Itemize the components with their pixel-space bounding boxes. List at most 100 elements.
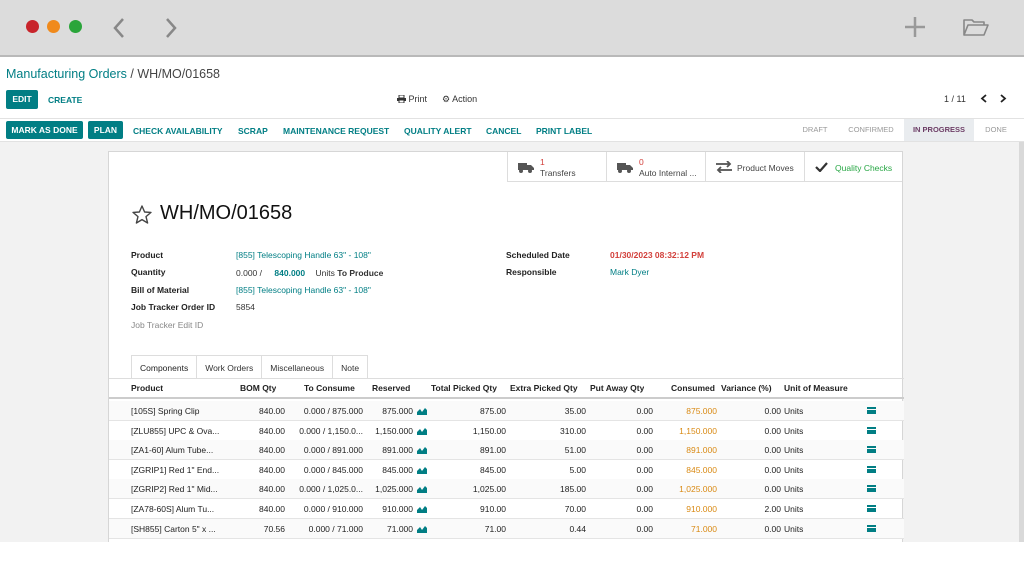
chevron-right-icon[interactable] — [999, 94, 1007, 103]
product-value[interactable]: [855] Telescoping Handle 63" - 108" — [236, 250, 371, 260]
col-product[interactable]: Product — [131, 383, 163, 393]
minimize-window-button[interactable] — [47, 20, 60, 33]
area-chart-icon[interactable] — [417, 446, 427, 455]
area-chart-icon[interactable] — [417, 485, 427, 494]
folder-icon[interactable] — [963, 17, 989, 37]
cancel-button[interactable]: CANCEL — [486, 126, 521, 136]
maximize-window-button[interactable] — [69, 20, 82, 33]
area-chart-icon[interactable] — [417, 466, 427, 474]
create-button[interactable]: CREATE — [48, 95, 82, 105]
col-to-consume[interactable]: To Consume — [304, 383, 355, 393]
stage-in-progress[interactable]: IN PROGRESS — [904, 119, 974, 141]
variance-cell: 2.00 — [764, 504, 781, 514]
responsible-label: Responsible — [506, 267, 557, 277]
new-tab-plus-icon[interactable] — [904, 16, 926, 38]
quality-alert-button[interactable]: QUALITY ALERT — [404, 126, 472, 136]
area-chart-icon[interactable] — [417, 525, 427, 533]
uom-cell: Units — [784, 406, 804, 416]
col-variance[interactable]: Variance (%) — [721, 383, 772, 393]
pager-value[interactable]: 1 / 11 — [944, 94, 966, 104]
consumed-cell: 845.000 — [686, 464, 717, 475]
tab-work-orders[interactable]: Work Orders — [197, 355, 263, 379]
to-consume-cell: 0.000 / 71.000 — [308, 523, 363, 534]
table-row[interactable]: [ZA1-60] Alum Tube... 840.00 0.000 / 891.0… — [109, 440, 904, 461]
bom-qty-cell: 840.00 — [259, 484, 285, 495]
detailed-operations-icon[interactable] — [867, 465, 876, 473]
checkmark-icon — [815, 162, 828, 172]
detailed-operations-icon[interactable] — [867, 524, 876, 532]
detailed-operations-icon[interactable] — [867, 426, 876, 434]
total-picked-cell: 845.00 — [480, 464, 506, 475]
stage-confirmed[interactable]: CONFIRMED — [840, 119, 902, 141]
detailed-operations-icon[interactable] — [867, 505, 876, 512]
table-row[interactable]: [ZGRIP1] Red 1" End... 840.00 0.000 / 845.… — [109, 460, 904, 480]
col-put-away[interactable]: Put Away Qty — [590, 383, 644, 393]
area-chart-icon[interactable] — [417, 407, 427, 415]
table-row[interactable]: [105S] Spring Clip 840.00 0.000 / 875.000 8… — [109, 401, 904, 421]
table-row[interactable]: [ZLU855] UPC & Ova... 840.00 0.000 / 1,150… — [109, 421, 904, 441]
star-icon[interactable] — [132, 205, 152, 224]
breadcrumb-parent-link[interactable]: Manufacturing Orders — [6, 67, 127, 81]
consumed-cell: 910.000 — [686, 504, 717, 514]
stage-draft[interactable]: DRAFT — [793, 119, 837, 141]
auto-internal-count: 0 — [639, 157, 644, 167]
col-uom[interactable]: Unit of Measure — [784, 383, 848, 393]
tab-note[interactable]: Note — [333, 355, 369, 379]
total-picked-cell: 875.00 — [480, 406, 506, 416]
area-chart-icon[interactable] — [417, 427, 427, 435]
to-consume-cell: 0.000 / 845.000 — [303, 464, 363, 475]
area-chart-icon[interactable] — [417, 505, 427, 513]
auto-internal-smart-button[interactable]: 0 Auto Internal ... — [606, 152, 705, 182]
quality-checks-smart-button[interactable]: Quality Checks — [804, 152, 902, 182]
mark-as-done-button[interactable]: MARK AS DONE — [6, 121, 83, 139]
maintenance-request-button[interactable]: MAINTENANCE REQUEST — [283, 126, 389, 136]
extra-picked-cell: 35.00 — [564, 406, 586, 416]
check-availability-button[interactable]: CHECK AVAILABILITY — [133, 126, 223, 136]
back-arrow-icon[interactable] — [112, 17, 126, 39]
action-menu[interactable]: ⚙ Action — [442, 94, 477, 105]
col-bom-qty[interactable]: BOM Qty — [240, 383, 276, 393]
forward-arrow-icon[interactable] — [164, 17, 178, 39]
detailed-operations-icon[interactable] — [867, 446, 876, 454]
col-extra-picked[interactable]: Extra Picked Qty — [510, 383, 578, 393]
bom-qty-cell: 840.00 — [259, 425, 285, 436]
qty-separator: / — [259, 268, 263, 278]
consumed-cell: 891.000 — [686, 445, 717, 456]
tab-components[interactable]: Components — [131, 355, 198, 379]
bom-value[interactable]: [855] Telescoping Handle 63" - 108" — [236, 285, 371, 295]
exchange-arrows-icon — [716, 161, 732, 173]
job-tracker-value: 5854 — [236, 302, 255, 312]
product-cell: [105S] Spring Clip — [131, 406, 200, 416]
bom-qty-cell: 840.00 — [259, 406, 285, 416]
chevron-left-icon[interactable] — [980, 94, 988, 103]
table-row[interactable]: [ZA78-60S] Alum Tu... 840.00 0.000 / 910.0… — [109, 499, 904, 519]
scrollbar[interactable] — [1019, 142, 1024, 542]
responsible-value[interactable]: Mark Dyer — [610, 267, 649, 277]
tab-miscellaneous[interactable]: Miscellaneous — [262, 355, 334, 379]
col-reserved[interactable]: Reserved — [372, 383, 410, 393]
print-menu[interactable]: Print — [397, 94, 427, 104]
print-label-button[interactable]: PRINT LABEL — [536, 126, 592, 136]
table-row[interactable]: [ZGRIP2] Red 1" Mid... 840.00 0.000 / 1,02… — [109, 479, 904, 500]
detailed-operations-icon[interactable] — [867, 407, 876, 414]
close-window-button[interactable] — [26, 20, 39, 33]
put-away-cell: 0.00 — [636, 425, 653, 436]
variance-cell: 0.00 — [764, 445, 781, 456]
transfers-smart-button[interactable]: 1 Transfers — [507, 152, 606, 182]
scheduled-date-label: Scheduled Date — [506, 250, 570, 260]
edit-button[interactable]: EDIT — [6, 90, 38, 109]
bom-qty-cell: 840.00 — [259, 504, 285, 514]
put-away-cell: 0.00 — [636, 523, 653, 534]
uom-cell: Units — [784, 464, 804, 475]
col-total-picked[interactable]: Total Picked Qty — [431, 383, 497, 393]
plan-button[interactable]: PLAN — [88, 121, 123, 139]
product-cell: [ZA1-60] Alum Tube... — [131, 445, 214, 456]
stage-done[interactable]: DONE — [976, 119, 1016, 141]
detailed-operations-icon[interactable] — [867, 485, 876, 493]
col-consumed[interactable]: Consumed — [671, 383, 715, 393]
reserved-cell: 845.000 — [382, 464, 413, 475]
scrap-button[interactable]: SCRAP — [238, 126, 268, 136]
table-row[interactable]: [SH855] Carton 5" x ... 70.56 0.000 / 71.0… — [109, 518, 904, 539]
product-moves-smart-button[interactable]: Product Moves — [705, 152, 804, 182]
total-picked-cell: 891.00 — [480, 445, 506, 456]
